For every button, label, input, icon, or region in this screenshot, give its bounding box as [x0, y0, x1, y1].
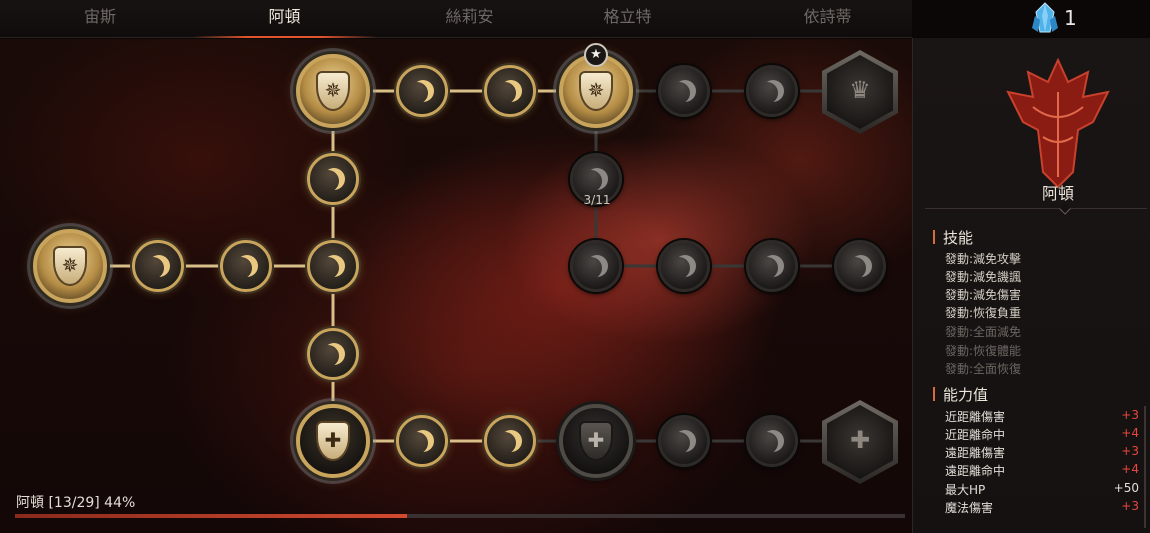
crystal-counter: 1	[1030, 2, 1077, 34]
skill-node-cross-shield[interactable]: ✚	[296, 404, 370, 478]
stat-row: 遠距離命中 +4	[945, 462, 1139, 478]
tab-glitter[interactable]: 格立特	[535, 0, 720, 38]
skill-node-root[interactable]: ✵	[33, 229, 107, 303]
progress-label: 阿頓 [13/29] 44%	[16, 495, 136, 511]
skill-node-locked[interactable]	[746, 240, 798, 292]
class-name: 阿頓	[1041, 184, 1074, 203]
skill-node-cross-locked[interactable]: ✚	[559, 404, 633, 478]
skill-node-locked[interactable]	[746, 415, 798, 467]
class-emblem-icon	[1006, 57, 1110, 189]
skill-node-locked[interactable]	[658, 240, 710, 292]
stat-row: 近距離命中 +4	[945, 426, 1139, 442]
cross-shield-icon: ✚	[579, 421, 613, 461]
tab-zeus[interactable]: 宙斯	[0, 0, 200, 38]
skill-item: 發動:減免攻擊	[945, 252, 1022, 266]
cross-shield-icon: ✚	[316, 421, 350, 461]
crystal-count: 1	[1064, 6, 1077, 30]
shield-icon: ✵	[53, 246, 87, 286]
skill-item-locked: 發動:全面減免	[945, 325, 1022, 339]
skill-node[interactable]	[396, 65, 448, 117]
divider	[925, 208, 1147, 209]
tab-yishidi[interactable]: 依詩蒂	[735, 0, 920, 38]
stat-row: 最大HP +50	[945, 481, 1139, 497]
skill-node-locked[interactable]	[834, 240, 886, 292]
shield-icon: ✵	[579, 71, 613, 111]
progress-bar	[15, 514, 905, 518]
skill-node-locked[interactable]	[658, 65, 710, 117]
skill-item-locked: 發動:全面恢復	[945, 362, 1022, 376]
skill-node[interactable]	[307, 328, 359, 380]
skill-node[interactable]	[396, 415, 448, 467]
skill-node[interactable]	[484, 65, 536, 117]
skill-node[interactable]	[307, 153, 359, 205]
skill-item: 發動:恢復負重	[945, 306, 1022, 320]
node-point-counter: 3/11	[583, 193, 611, 207]
stat-row: 遠距離傷害 +3	[945, 444, 1139, 460]
skill-node-locked[interactable]	[746, 65, 798, 117]
stat-row: 近距離傷害 +3	[945, 408, 1139, 424]
class-info-panel: 阿頓 技能 發動:減免攻擊 發動:減免譏諷 發動:減免傷害 發動:恢復負重 發動…	[912, 38, 1150, 533]
blue-crystal-icon	[1032, 2, 1058, 33]
skill-node[interactable]	[220, 240, 272, 292]
star-icon: ★	[584, 43, 608, 67]
skill-tree: ✵ ✵ ★ ♛ 3/11 ✵ ✚ ✚ ✚	[0, 39, 912, 533]
skill-node[interactable]	[484, 415, 536, 467]
skill-node-locked[interactable]	[570, 240, 622, 292]
shield-icon: ✵	[316, 71, 350, 111]
stat-row: 魔法傷害 +3	[945, 499, 1139, 515]
skill-item-locked: 發動:恢復體能	[945, 344, 1022, 358]
progress-bar-fill	[15, 514, 407, 518]
skill-node-locked[interactable]	[658, 415, 710, 467]
skill-item: 發動:減免傷害	[945, 288, 1022, 302]
skill-node-shield-top[interactable]: ✵	[296, 54, 370, 128]
skills-heading: 技能	[933, 227, 973, 248]
skill-node[interactable]	[307, 240, 359, 292]
tab-aton[interactable]: 阿頓	[192, 0, 377, 38]
skill-node[interactable]	[132, 240, 184, 292]
skill-item: 發動:減免譏諷	[945, 270, 1022, 284]
stats-heading: 能力值	[933, 384, 988, 405]
stats-scrollbar[interactable]	[1144, 406, 1146, 528]
class-tabs: 宙斯 阿頓 絲莉安 格立特 依詩蒂	[0, 0, 912, 38]
